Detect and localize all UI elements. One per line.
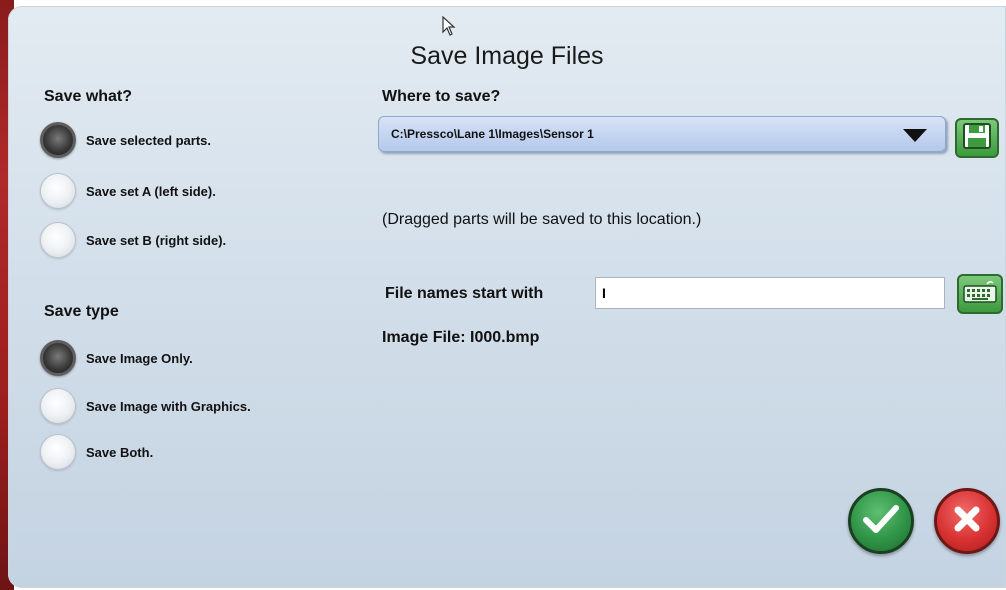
radio-label: Save Image Only. [86,350,193,366]
cancel-button[interactable] [934,488,1000,554]
save-location-button[interactable] [955,118,999,158]
radio-unselected-icon [40,388,76,424]
save-what-label: Save what? [44,88,133,105]
radio-selected-icon [40,340,76,376]
keyboard-icon [963,280,997,309]
radio-save-both[interactable]: Save Both. [40,434,153,470]
radio-label: Save Both. [86,444,154,460]
close-x-icon [950,502,984,541]
file-names-label: File names start with [385,285,544,302]
image-file-name: Image File: I000.bmp [382,329,540,346]
radio-label: Save set A (left side). [86,183,216,199]
save-type-label: Save type [44,303,119,320]
radio-label: Save set B (right side). [86,232,227,248]
radio-label: Save Image with Graphics. [86,398,251,414]
radio-unselected-icon [40,222,76,258]
radio-save-image-only[interactable]: Save Image Only. [40,340,193,376]
file-name-prefix-input[interactable] [595,277,945,309]
save-path-value: C:\Pressco\Lane 1\Images\Sensor 1 [391,127,594,141]
radio-save-image-with-graphics[interactable]: Save Image with Graphics. [40,388,251,424]
dialog-title: Save Image Files [410,42,604,70]
mouse-cursor-icon [442,15,456,41]
checkmark-icon [861,502,901,541]
save-image-files-dialog: Save Image Files Save what? Save selecte… [8,6,1006,588]
radio-selected-icon [40,122,76,158]
dragged-parts-note: (Dragged parts will be saved to this loc… [382,211,702,228]
dropdown-arrow-icon [903,129,927,142]
radio-save-set-b[interactable]: Save set B (right side). [40,222,226,258]
radio-unselected-icon [40,434,76,470]
keyboard-button[interactable] [957,274,1003,314]
ok-button[interactable] [848,488,914,554]
radio-save-set-a[interactable]: Save set A (left side). [40,173,216,209]
save-path-dropdown[interactable]: C:\Pressco\Lane 1\Images\Sensor 1 [378,116,946,152]
where-to-save-label: Where to save? [382,88,501,105]
floppy-disk-icon [962,122,992,155]
radio-unselected-icon [40,173,76,209]
radio-save-selected-parts[interactable]: Save selected parts. [40,122,211,158]
radio-label: Save selected parts. [86,132,212,148]
